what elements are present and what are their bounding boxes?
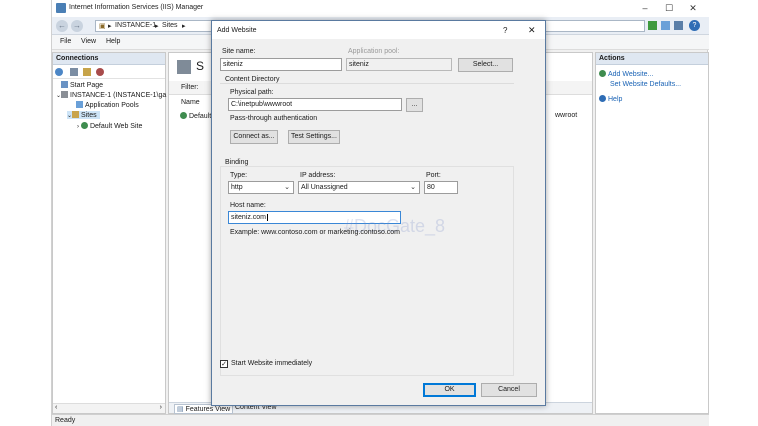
- dialog-close-icon[interactable]: ✕: [528, 25, 536, 36]
- tree-item-start-page[interactable]: Start Page: [61, 81, 103, 89]
- minimize-icon[interactable]: –: [633, 2, 657, 15]
- features-view-icon: ▤: [177, 406, 184, 413]
- server-icon: [61, 91, 69, 98]
- host-example-text: Example: www.contoso.com or marketing.co…: [230, 229, 401, 236]
- table-row[interactable]: Default: [180, 112, 211, 120]
- help-icon: [599, 95, 606, 102]
- sites-header-icon: [177, 60, 191, 74]
- iis-app-icon: [56, 3, 66, 13]
- pane-title: S: [196, 59, 205, 73]
- add-website-dialog: Add Website ? ✕ Site name: siteniz Appli…: [211, 20, 546, 406]
- start-immediately-label: Start Website immediately: [231, 360, 313, 367]
- browse-button[interactable]: ...: [406, 98, 423, 112]
- app-pool-label: Application pool:: [348, 48, 400, 55]
- tree-item-server[interactable]: ⌄ INSTANCE-1 (INSTANCE-1\ga: [56, 91, 166, 99]
- checkmark-icon: ✓: [221, 361, 227, 368]
- column-header-name[interactable]: Name: [181, 99, 200, 106]
- cancel-button[interactable]: Cancel: [481, 383, 537, 397]
- breadcrumb-sep-icon: ▸: [182, 23, 186, 30]
- menu-file[interactable]: File: [60, 38, 71, 45]
- site-name-input[interactable]: siteniz: [220, 58, 342, 71]
- close-window-icon[interactable]: ✕: [681, 2, 705, 15]
- refresh-icon[interactable]: [648, 21, 657, 30]
- action-set-website-defaults[interactable]: Set Website Defaults...: [610, 81, 681, 88]
- select-button[interactable]: Select...: [458, 58, 513, 72]
- ok-button[interactable]: OK: [423, 383, 476, 397]
- maximize-icon[interactable]: ☐: [657, 2, 681, 15]
- dialog-help-icon[interactable]: ?: [503, 26, 507, 35]
- collapsed-chevron-icon[interactable]: ›: [77, 124, 79, 130]
- physical-path-input[interactable]: C:\inetpub\wwwroot: [228, 98, 402, 111]
- table-cell-path: wwroot: [555, 112, 578, 119]
- actions-header: Actions: [596, 53, 708, 65]
- add-website-icon: [599, 70, 606, 77]
- text-cursor: [267, 214, 269, 221]
- dialog-title: Add Website: [217, 27, 257, 34]
- menu-view[interactable]: View: [81, 38, 96, 45]
- back-icon[interactable]: ←: [56, 20, 68, 32]
- save-icon[interactable]: [70, 68, 78, 76]
- breadcrumb-sep-icon: ▸: [155, 23, 159, 30]
- actions-pane: Actions Add Website... Set Website Defau…: [595, 52, 709, 414]
- window-title: Internet Information Services (IIS) Mana…: [69, 4, 204, 11]
- passthrough-label: Pass-through authentication: [230, 115, 318, 122]
- dialog-titlebar: Add Website ? ✕: [212, 21, 545, 39]
- ip-address-select[interactable]: All Unassigned ⌄: [298, 181, 420, 194]
- globe-icon: [180, 112, 187, 119]
- ip-address-label: IP address:: [300, 172, 336, 179]
- content-directory-label: Content Directory: [225, 76, 280, 83]
- filter-label: Filter:: [181, 84, 199, 91]
- host-name-label: Host name:: [230, 202, 266, 209]
- type-select[interactable]: http ⌄: [228, 181, 294, 194]
- connect-icon[interactable]: [55, 68, 63, 76]
- start-immediately-checkbox[interactable]: ✓: [220, 360, 228, 368]
- tree-item-default-web-site[interactable]: › Default Web Site: [77, 122, 142, 130]
- content-directory-divider: [220, 83, 514, 84]
- port-input[interactable]: 80: [424, 181, 458, 194]
- chevron-down-icon: ⌄: [410, 184, 416, 191]
- forward-icon[interactable]: →: [71, 20, 83, 32]
- site-name-label: Site name:: [222, 48, 256, 55]
- tree-item-sites[interactable]: ⌄ Sites: [67, 111, 100, 119]
- globe-icon: [80, 122, 88, 129]
- breadcrumb-sites[interactable]: Sites: [162, 22, 178, 29]
- up-level-icon[interactable]: [83, 68, 91, 76]
- app-pool-field: siteniz: [346, 58, 452, 71]
- start-page-icon: [61, 81, 68, 88]
- physical-path-label: Physical path:: [230, 89, 274, 96]
- type-label: Type:: [230, 172, 248, 179]
- chevron-down-icon: ⌄: [284, 184, 290, 191]
- test-settings-button[interactable]: Test Settings...: [288, 130, 340, 144]
- tree-item-app-pools[interactable]: Application Pools: [76, 101, 139, 109]
- scroll-left-icon[interactable]: ‹: [55, 404, 57, 411]
- remove-connection-icon[interactable]: [96, 68, 104, 76]
- action-add-website[interactable]: Add Website...: [599, 70, 653, 78]
- action-help[interactable]: Help: [599, 95, 622, 103]
- window-titlebar: Internet Information Services (IIS) Mana…: [52, 0, 709, 17]
- breadcrumb-instance[interactable]: INSTANCE-1: [115, 22, 156, 29]
- connections-pane: Connections Start Page ⌄ INSTANCE-1 (INST…: [52, 52, 166, 414]
- breadcrumb-sep-icon: ▸: [108, 23, 112, 30]
- connect-as-button[interactable]: Connect as...: [230, 130, 278, 144]
- help-icon[interactable]: ?: [689, 20, 700, 31]
- scroll-right-icon[interactable]: ›: [160, 404, 162, 411]
- stop-icon[interactable]: [661, 21, 670, 30]
- menu-help[interactable]: Help: [106, 38, 120, 45]
- sites-folder-icon: [72, 111, 80, 118]
- connections-header: Connections: [53, 53, 165, 65]
- horizontal-scrollbar[interactable]: ‹ ›: [53, 403, 165, 413]
- home-icon[interactable]: [674, 21, 683, 30]
- server-icon: ▣: [99, 23, 106, 30]
- app-pools-icon: [76, 101, 83, 108]
- binding-group: [220, 166, 514, 376]
- connections-toolbar: [53, 65, 165, 79]
- port-label: Port:: [426, 172, 441, 179]
- status-text: Ready: [55, 417, 76, 424]
- status-bar: Ready: [52, 414, 709, 426]
- binding-label: Binding: [225, 159, 249, 166]
